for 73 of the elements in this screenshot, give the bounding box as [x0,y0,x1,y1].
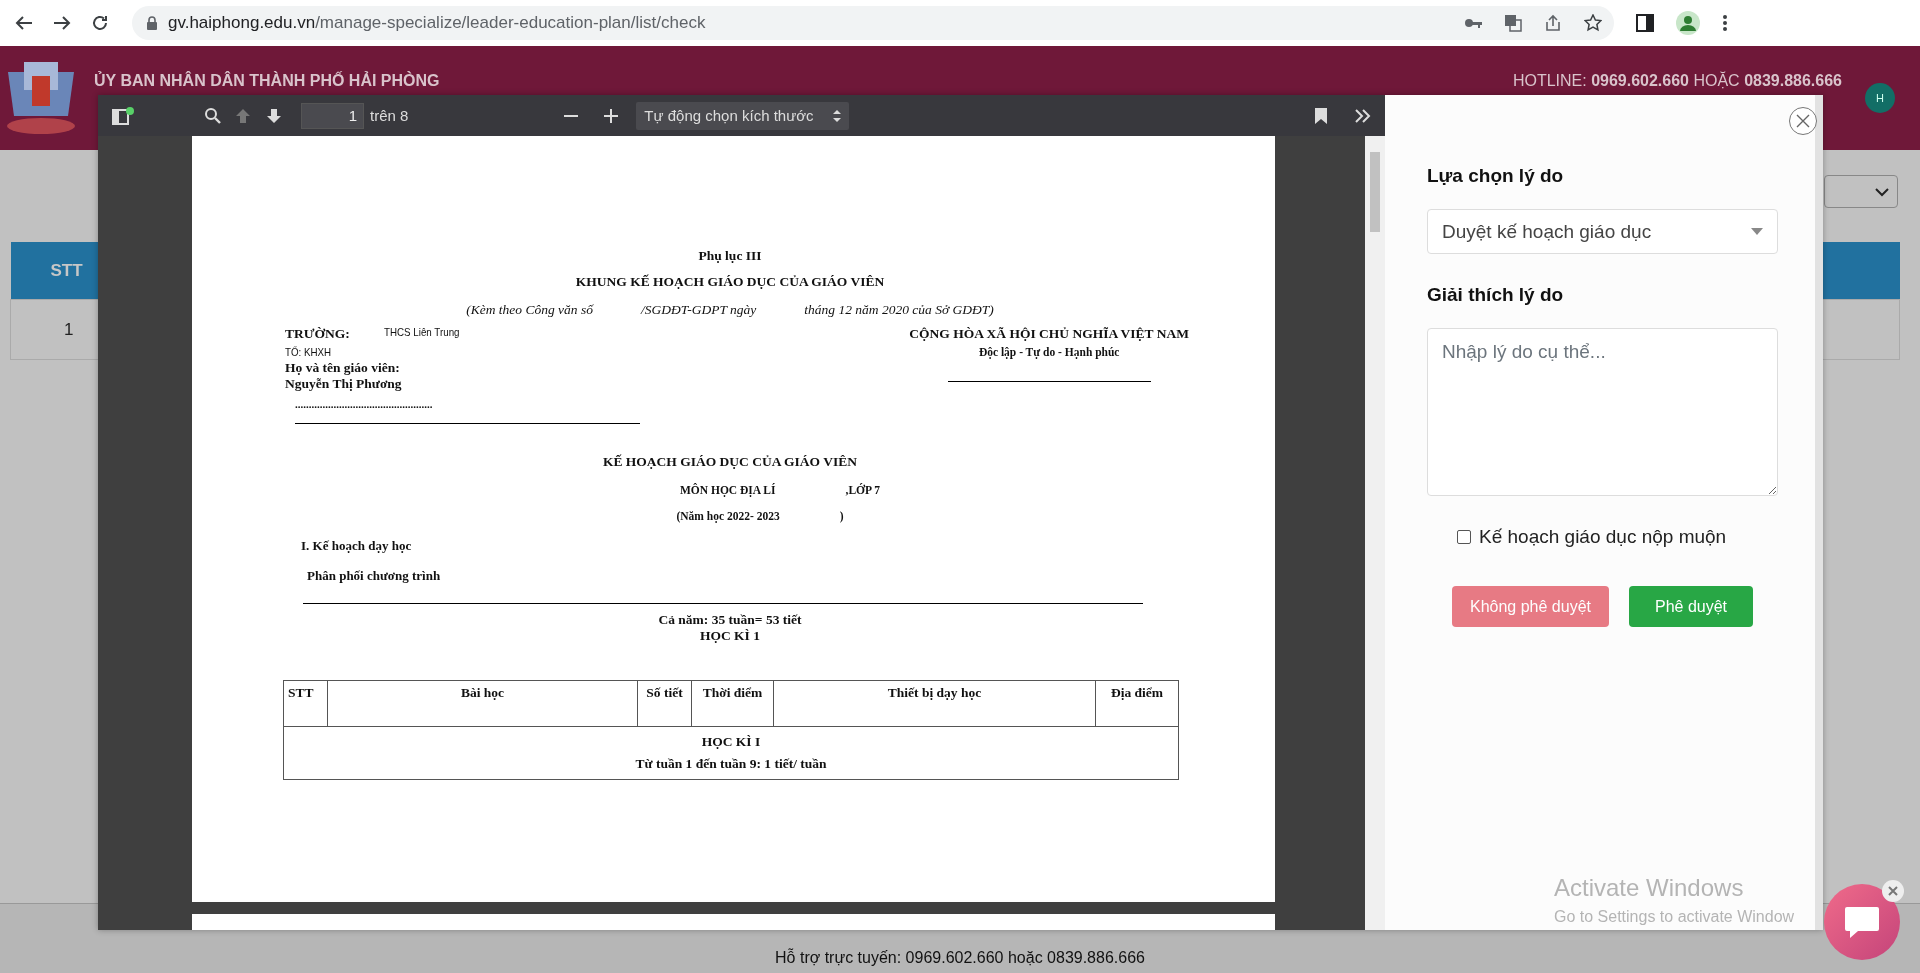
term-row-title: HỌC KÌ I [700,733,762,751]
column-header: Số tiết [637,680,692,727]
caret-down-icon [1751,228,1763,235]
appendix-heading: Phụ lục III [697,248,763,264]
reason-label: Lựa chọn lý do [1427,165,1565,187]
term-heading: HỌC KÌ 1 [699,628,761,644]
column-header: Địa điểm [1095,680,1179,727]
close-chat-button[interactable] [1882,880,1904,902]
chat-icon [1844,905,1880,939]
bookmark-icon[interactable] [1315,107,1327,124]
side-panel-icon[interactable] [1636,14,1654,32]
sidebar-toggle-icon[interactable] [112,106,134,125]
column-header: Thiết bị dạy học [773,680,1096,727]
section-heading: I. Kế hoạch dạy học [301,538,413,554]
teacher-label: Họ và tên giáo viên: [285,360,401,376]
menu-icon[interactable] [1722,14,1728,32]
checkbox-label: Kế hoạch giáo dục nộp muộn [1479,526,1727,548]
motto-text: Độc lập - Tự do - Hạnh phúc [978,346,1120,358]
group-text: TỔ: KHXH [285,346,333,358]
star-icon[interactable] [1584,14,1602,32]
zoom-in-icon[interactable] [604,108,619,123]
support-text: Hỗ trợ trực tuyến: 0969.602.660 hoặc 0839.886.666 [775,949,1145,967]
scrollbar[interactable] [1365,136,1385,930]
dotted-line: .................................................. [295,398,434,410]
term-row-note: Từ tuần 1 đến tuần 9: 1 tiết/ tuần [634,755,828,773]
subsection-heading: Phân phối chương trình [307,568,442,584]
column-header: STT [283,680,328,727]
grade-text: ,LỚP 7 [845,484,880,496]
column-header: Bài học [327,680,638,727]
reference-text: tháng 12 năm 2020 của Sở GDĐT) [804,302,994,318]
zoom-value: Tự động chọn kích thước [644,107,814,124]
close-icon [1796,114,1810,128]
late-checkbox[interactable] [1457,530,1471,544]
arrow-down-icon[interactable] [266,106,283,125]
school-year: (Năm học 2022- 2023 [676,510,780,522]
page-number-field[interactable]: 1 [301,102,364,129]
chevron-down-icon [1875,186,1889,197]
arrow-up-icon[interactable] [235,106,252,125]
school-label: TRƯỜNG: [285,326,350,342]
share-icon[interactable] [1544,14,1562,32]
document-title: KHUNG KẾ HOẠCH GIÁO DỤC CỦA GIÁO VIÊN [574,274,886,290]
close-icon [1888,886,1898,896]
explanation-label: Giải thích lý do [1427,284,1565,306]
reference-text: (Kèm theo Công văn số [466,302,593,318]
reload-icon[interactable] [90,13,110,33]
close-button[interactable] [1789,107,1817,135]
url-text: gv.haiphong.edu.vn/manage-specialize/leader-education-plan/list/check [168,13,706,33]
more-tools-icon[interactable] [1355,108,1371,123]
select-value: Duyệt kế hoạch giáo dục [1442,220,1652,243]
profile-icon[interactable] [1676,11,1700,35]
zoom-select[interactable]: Tự động chọn kích thước [636,101,850,130]
summary-text: Cả năm: 35 tuần= 53 tiết [657,612,803,628]
paren-text: ) [839,510,844,522]
reason-select[interactable]: Duyệt kế hoạch giáo dục [1427,209,1778,254]
updown-caret-icon [833,109,842,122]
address-bar[interactable]: gv.haiphong.edu.vn/manage-specialize/leader-education-plan/list/check [132,6,1614,40]
teacher-name: Nguyễn Thị Phương [285,376,403,392]
nation-heading: CỘNG HÒA XÃ HỘI CHỦ NGHĨA VIỆT NAM [909,326,1189,342]
column-header: Thời điểm [691,680,774,727]
user-avatar[interactable]: H [1865,83,1895,113]
translate-icon[interactable] [1504,14,1522,32]
plan-title: KẾ HOẠCH GIÁO DỤC CỦA GIÁO VIÊN [602,454,858,470]
search-icon[interactable] [204,106,221,125]
school-name: THCS Liên Trung [383,326,460,340]
activation-title: Activate Windows [1554,874,1745,902]
hotline-text: HOTLINE: 0969.602.660 HOẶC 0839.886.666 [1512,72,1842,90]
activation-text: Go to Settings to activate Window [1554,908,1795,926]
page-count: trên 8 [370,107,409,124]
reference-text: /SGDĐT-GDPT ngày [640,302,757,318]
explanation-field[interactable]: Nhập lý do cụ thể... [1427,328,1778,496]
subject-text: MÔN HỌC ĐỊA LÍ [679,484,776,496]
lock-icon [146,16,158,30]
site-title: ỦY BAN NHÂN DÂN THÀNH PHỐ HẢI PHÒNG [94,72,440,90]
